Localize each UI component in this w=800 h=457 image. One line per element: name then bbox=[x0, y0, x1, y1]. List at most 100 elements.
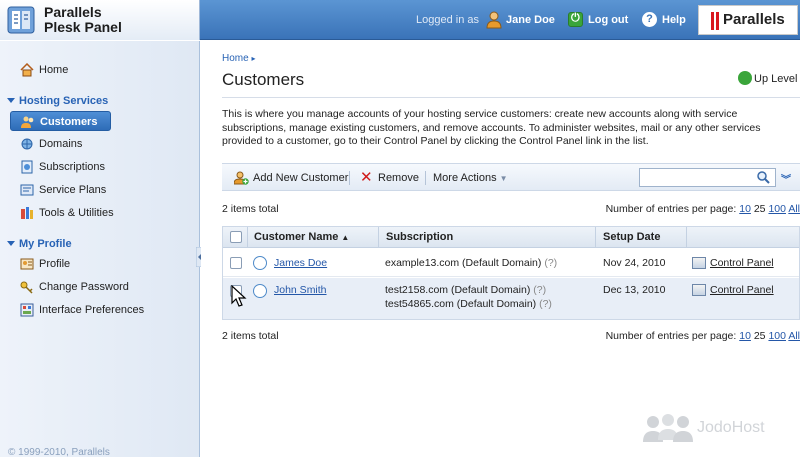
plesk-logo-icon bbox=[7, 6, 35, 34]
setup-date: Dec 13, 2010 bbox=[603, 284, 666, 296]
sidebar-item-label: Tools & Utilities bbox=[39, 207, 114, 219]
page-title: Customers bbox=[222, 70, 305, 89]
subscription-text: test54865.com (Default Domain) (?) bbox=[385, 298, 552, 310]
per-page-10[interactable]: 10 bbox=[739, 330, 751, 342]
people-icon bbox=[643, 414, 693, 442]
double-chevron-down-icon[interactable]: ︾ bbox=[781, 171, 791, 186]
section-my-profile[interactable]: My Profile bbox=[7, 236, 72, 252]
setup-date: Nov 24, 2010 bbox=[603, 257, 666, 269]
divider bbox=[222, 97, 800, 98]
sidebar: Home Hosting Services Customers Domains … bbox=[0, 41, 200, 457]
domains-icon bbox=[21, 138, 33, 150]
logged-in-label: Logged in as bbox=[416, 14, 479, 26]
watermark: JodoHost bbox=[641, 413, 791, 443]
help-icon[interactable]: ? bbox=[642, 12, 657, 27]
sidebar-item-label: Interface Preferences bbox=[39, 304, 145, 316]
up-level-button[interactable]: Up Level bbox=[738, 71, 797, 85]
sidebar-item-label: Customers bbox=[40, 116, 98, 128]
parallels-brand[interactable]: Parallels bbox=[698, 5, 798, 35]
per-page-all[interactable]: All bbox=[788, 203, 800, 215]
help-marker[interactable]: (?) bbox=[544, 257, 557, 269]
row-checkbox[interactable] bbox=[230, 257, 242, 269]
sidebar-item-change-password[interactable]: Change Password bbox=[10, 277, 190, 297]
logout-icon[interactable]: ⏻ bbox=[568, 12, 583, 27]
app-name-line1: Parallels bbox=[44, 4, 102, 20]
up-arrow-icon bbox=[738, 71, 752, 85]
section-hosting-services[interactable]: Hosting Services bbox=[7, 93, 108, 109]
sidebar-item-label: Subscriptions bbox=[39, 161, 106, 173]
column-customer-name[interactable]: Customer Name ▲ bbox=[254, 227, 349, 248]
remove-button[interactable]: Remove bbox=[378, 164, 419, 192]
sidebar-item-profile[interactable]: Profile bbox=[10, 254, 190, 274]
user-name-link[interactable]: Jane Doe bbox=[506, 0, 555, 40]
column-subscription[interactable]: Subscription bbox=[386, 227, 453, 248]
sidebar-item-tools-utilities[interactable]: Tools & Utilities bbox=[10, 203, 190, 223]
sidebar-item-domains[interactable]: Domains bbox=[10, 134, 190, 154]
column-setup-date[interactable]: Setup Date bbox=[603, 227, 660, 248]
help-marker[interactable]: (?) bbox=[533, 284, 546, 296]
per-page-100[interactable]: 100 bbox=[768, 330, 786, 342]
toolbar-separator bbox=[425, 171, 426, 185]
table-row: John Smith test2158.com (Default Domain)… bbox=[223, 278, 799, 319]
sidebar-item-interface-preferences[interactable]: Interface Preferences bbox=[10, 300, 190, 320]
customers-table: Customer Name ▲ Subscription Setup Date … bbox=[222, 226, 800, 320]
breadcrumb-home-link[interactable]: Home bbox=[222, 53, 249, 64]
help-marker[interactable]: (?) bbox=[539, 298, 552, 310]
customers-icon bbox=[21, 116, 34, 128]
chevron-down-icon bbox=[7, 98, 15, 103]
service-plans-icon bbox=[20, 184, 34, 196]
subscription-text: test2158.com (Default Domain) (?) bbox=[385, 284, 547, 296]
user-icon bbox=[486, 11, 502, 29]
add-new-customer-button[interactable]: Add New Customer bbox=[253, 164, 348, 192]
control-panel-link[interactable]: Control Panel bbox=[710, 284, 774, 296]
more-actions-button[interactable]: More Actions ▼ bbox=[433, 164, 508, 192]
customer-name-link[interactable]: John Smith bbox=[274, 284, 327, 296]
add-customer-icon bbox=[234, 171, 249, 185]
main-content: Home ▸ Customers Up Level This is where … bbox=[201, 41, 800, 457]
per-page-25: 25 bbox=[753, 330, 766, 342]
per-page-25: 25 bbox=[753, 203, 766, 215]
sidebar-item-subscriptions[interactable]: Subscriptions bbox=[10, 157, 190, 177]
sidebar-item-home[interactable]: Home bbox=[10, 60, 190, 80]
table-header: Customer Name ▲ Subscription Setup Date bbox=[223, 227, 799, 248]
status-icon bbox=[253, 284, 267, 298]
key-icon bbox=[20, 281, 33, 294]
entries-per-page: Number of entries per page: 10 25 100 Al… bbox=[605, 330, 800, 342]
sidebar-item-label: Profile bbox=[39, 258, 71, 270]
top-header: Parallels Plesk Panel Logged in as Jane … bbox=[0, 0, 800, 40]
entries-per-page: Number of entries per page: 10 25 100 Al… bbox=[605, 203, 800, 215]
sidebar-item-label: Domains bbox=[39, 138, 83, 150]
sidebar-item-customers[interactable]: Customers bbox=[10, 111, 111, 131]
search-icon[interactable] bbox=[756, 170, 770, 184]
control-panel-icon bbox=[692, 284, 706, 296]
logout-link[interactable]: Log out bbox=[588, 0, 628, 40]
per-page-all[interactable]: All bbox=[788, 330, 800, 342]
dropdown-arrow-icon: ▼ bbox=[499, 174, 508, 183]
per-page-100[interactable]: 100 bbox=[768, 203, 786, 215]
toolbar: Add New Customer ✕ Remove More Actions ▼… bbox=[222, 163, 800, 191]
sort-ascending-icon: ▲ bbox=[341, 233, 350, 242]
remove-icon: ✕ bbox=[360, 169, 373, 186]
items-total: 2 items total bbox=[222, 203, 279, 215]
parallels-bars-icon bbox=[711, 12, 719, 30]
copyright: © 1999-2010, Parallels bbox=[8, 447, 110, 457]
house-icon bbox=[20, 63, 34, 77]
profile-icon bbox=[20, 258, 34, 270]
toolbar-separator bbox=[349, 171, 350, 185]
sidebar-item-label: Change Password bbox=[39, 281, 129, 293]
brand-name: Parallels bbox=[723, 11, 785, 28]
customer-name-link[interactable]: James Doe bbox=[274, 257, 327, 269]
chevron-right-icon: ▸ bbox=[251, 54, 256, 63]
help-link[interactable]: Help bbox=[662, 0, 686, 40]
logo[interactable]: Parallels Plesk Panel bbox=[0, 0, 200, 40]
mouse-cursor-icon bbox=[231, 285, 247, 307]
status-icon bbox=[253, 256, 267, 270]
table-row: James Doe example13.com (Default Domain)… bbox=[223, 249, 799, 277]
tools-icon bbox=[21, 207, 33, 219]
chevron-down-icon bbox=[7, 241, 15, 246]
sidebar-item-service-plans[interactable]: Service Plans bbox=[10, 180, 190, 200]
select-all-checkbox[interactable] bbox=[230, 231, 242, 243]
control-panel-link[interactable]: Control Panel bbox=[710, 257, 774, 269]
control-panel-icon bbox=[692, 257, 706, 269]
per-page-10[interactable]: 10 bbox=[739, 203, 751, 215]
